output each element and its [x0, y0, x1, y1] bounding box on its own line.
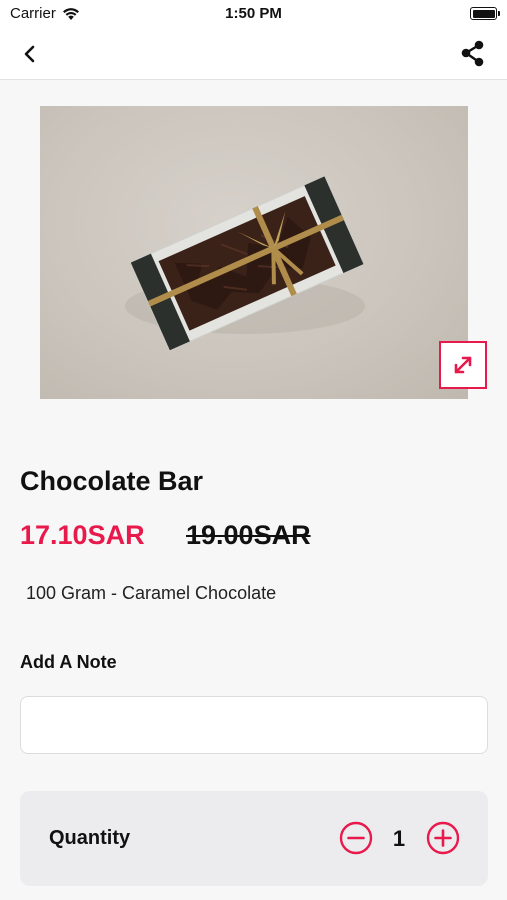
status-time: 1:50 PM — [225, 5, 282, 22]
navigation-bar — [0, 28, 507, 80]
quantity-value: 1 — [392, 826, 406, 851]
original-price: 19.00SAR — [186, 520, 311, 550]
expand-icon — [454, 356, 472, 374]
product-title: Chocolate Bar — [20, 466, 204, 496]
increase-quantity-button[interactable] — [426, 821, 460, 855]
note-input[interactable] — [20, 696, 488, 754]
plus-circle-icon — [426, 821, 460, 855]
quantity-card: Quantity 1 — [20, 791, 488, 886]
chocolate-box-illustration — [125, 175, 365, 351]
battery-icon — [470, 7, 500, 20]
status-bar: Carrier 1:50 PM — [0, 0, 507, 28]
current-price: 17.10SAR — [20, 520, 145, 550]
chevron-left-icon — [24, 45, 35, 63]
share-icon — [461, 40, 484, 67]
minus-circle-icon — [339, 821, 373, 855]
expand-image-button[interactable] — [439, 341, 487, 389]
note-label: Add A Note — [20, 652, 117, 672]
quantity-label: Quantity — [49, 827, 131, 849]
decrease-quantity-button[interactable] — [339, 821, 373, 855]
back-button[interactable] — [14, 40, 46, 68]
product-description: 100 Gram - Caramel Chocolate — [26, 583, 277, 603]
product-image[interactable] — [40, 106, 468, 399]
share-button[interactable] — [457, 38, 489, 70]
battery-fill — [472, 9, 495, 18]
